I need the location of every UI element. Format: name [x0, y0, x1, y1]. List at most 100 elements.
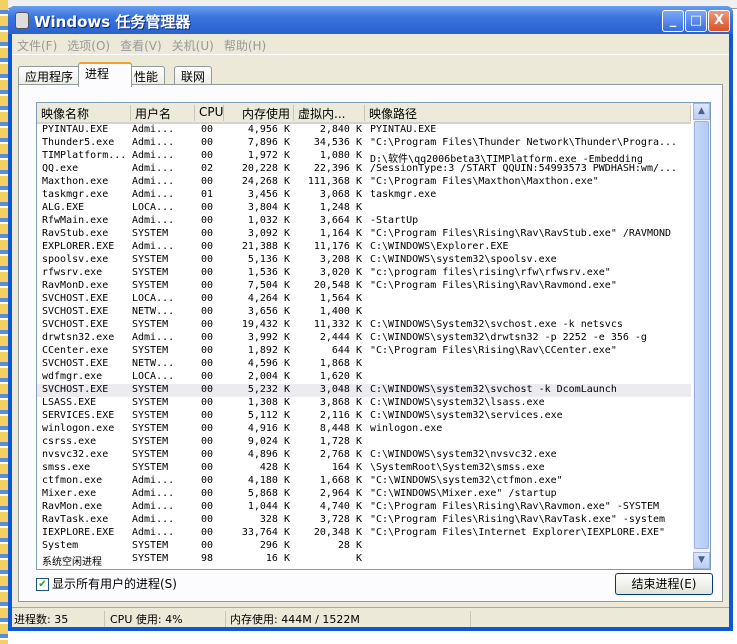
end-process-button[interactable]: 结束进程(E): [615, 573, 713, 595]
table-row[interactable]: nvsvc32.exe SYSTEM 00 4,896 K 2,768 K C:\WIND…: [37, 449, 691, 462]
cell-memory: 1,032 K: [247, 215, 290, 226]
maximize-button[interactable]: □: [685, 10, 707, 32]
cell-virtual-memory: 3,728 K: [319, 514, 362, 525]
table-row[interactable]: SVCHOST.EXE SYSTEM 00 5,232 K 3,048 K C:\WIND…: [37, 384, 691, 397]
table-row[interactable]: drwtsn32.exe Admi... 00 3,992 K 2,444 K C:\WI…: [37, 332, 691, 345]
cell-memory: 4,180 K: [247, 475, 290, 486]
cell-image-path: "C:\Program Files\Rising\Rav\CCenter.exe…: [370, 345, 617, 356]
cell-virtual-memory: 3,048 K: [319, 384, 362, 395]
tab-performance[interactable]: 性能: [127, 66, 166, 85]
table-row[interactable]: Mixer.exe Admi... 00 5,868 K 2,964 K "C:\WIND…: [37, 488, 691, 501]
cell-image-path: "C:\Program Files\Rising\Rav\RavTask.exe…: [370, 514, 666, 525]
table-row[interactable]: RavTask.exe Admi... 00 328 K 3,728 K "C:\Prog…: [37, 514, 691, 527]
header-cpu[interactable]: CPU: [195, 105, 224, 121]
cell-user: SYSTEM: [132, 254, 169, 265]
table-row[interactable]: RavMonD.exe SYSTEM 00 7,504 K 20,548 K "C:\Pr…: [37, 280, 691, 293]
close-button[interactable]: X: [708, 10, 730, 32]
cell-memory: 9,024 K: [247, 436, 290, 447]
menu-file[interactable]: 文件(F): [12, 34, 62, 54]
title-bar[interactable]: Windows 任务管理器 _ □ X: [8, 6, 733, 34]
table-row[interactable]: rfwsrv.exe SYSTEM 00 1,536 K 3,020 K "c:\prog…: [37, 267, 691, 280]
scroll-up-icon[interactable]: ▲: [693, 103, 710, 120]
tab-processes[interactable]: 进程: [78, 62, 132, 87]
cell-memory: 24,268 K: [241, 176, 290, 187]
minimize-button[interactable]: _: [662, 10, 684, 32]
menu-options[interactable]: 选项(O): [62, 34, 115, 54]
cell-virtual-memory: 1,248 K: [319, 202, 362, 213]
cell-user: SYSTEM: [132, 410, 169, 421]
cell-memory: 3,456 K: [247, 189, 290, 200]
table-row[interactable]: SERVICES.EXE SYSTEM 00 5,112 K 2,116 K C:\WIN…: [37, 410, 691, 423]
table-row[interactable]: SVCHOST.EXE NETW... 00 4,596 K 1,868 K: [37, 358, 691, 371]
cell-user: SYSTEM: [132, 423, 169, 434]
table-row[interactable]: spoolsv.exe SYSTEM 00 5,136 K 3,208 K C:\WIND…: [37, 254, 691, 267]
cell-virtual-memory: 34,536 K: [313, 137, 362, 148]
header-virtual-memory[interactable]: 虚拟内...: [294, 105, 365, 121]
cell-image-name: LSASS.EXE: [42, 397, 97, 408]
cell-image-name: SVCHOST.EXE: [42, 319, 109, 330]
tab-networking[interactable]: 联网: [174, 66, 213, 85]
table-row[interactable]: QQ.exe Admi... 02 20,228 K 22,396 K/SessionT…: [37, 163, 691, 176]
table-row[interactable]: RavStub.exe SYSTEM 00 3,092 K 1,164 K "C:\Pro…: [37, 228, 691, 241]
table-row[interactable]: SVCHOST.EXE SYSTEM 00 19,432 K 11,332 K C:\WI…: [37, 319, 691, 332]
table-row[interactable]: ALG.EXE LOCA... 00 3,804 K 1,248 K: [37, 202, 691, 215]
table-row[interactable]: RavMon.exe Admi... 00 1,044 K 4,740 K "C:\Pro…: [37, 501, 691, 514]
cell-virtual-memory: 8,448 K: [319, 423, 362, 434]
header-memory[interactable]: 内存使用: [224, 105, 294, 121]
cell-image-name: System: [42, 540, 79, 551]
cell-image-name: RavStub.exe: [42, 228, 109, 239]
menu-view[interactable]: 查看(V): [115, 34, 167, 54]
menu-shutdown[interactable]: 关机(U): [167, 34, 219, 54]
table-row[interactable]: SVCHOST.EXE NETW... 00 3,656 K 1,400 K: [37, 306, 691, 319]
table-row[interactable]: System SYSTEM 00 296 K 28 K: [37, 540, 691, 553]
vertical-scrollbar[interactable]: ▲ ▼: [693, 103, 710, 569]
table-row[interactable]: 系统空闲进程 SYSTEM 98 16 KK: [37, 553, 691, 568]
header-image-name[interactable]: 映像名称: [37, 105, 131, 121]
cell-virtual-memory: 3,208 K: [319, 254, 362, 265]
cell-virtual-memory: 3,868 K: [319, 397, 362, 408]
checkbox-check-icon[interactable]: ✔: [36, 578, 49, 591]
header-user[interactable]: 用户名: [131, 105, 195, 121]
table-row[interactable]: LSASS.EXE SYSTEM 00 1,308 K 3,868 K C:\WINDOW…: [37, 397, 691, 410]
table-row[interactable]: taskmgr.exe Admi... 01 3,456 K 3,068 Ktaskmg…: [37, 189, 691, 202]
table-row[interactable]: EXPLORER.EXE Admi... 00 21,388 K 11,176 K C:\…: [37, 241, 691, 254]
processes-panel: 映像名称 用户名 CPU 内存使用 虚拟内... 映像路径 PYINTAU.EX…: [18, 84, 723, 602]
scroll-thumb[interactable]: [694, 121, 709, 549]
table-row[interactable]: wdfmgr.exe LOCA... 00 2,004 K 1,620 K: [37, 371, 691, 384]
show-all-users-checkbox[interactable]: ✔ 显示所有用户的进程(S): [36, 575, 177, 592]
table-row[interactable]: CCenter.exe SYSTEM 00 1,892 K 644 K "C:\Progr…: [37, 345, 691, 358]
table-row[interactable]: csrss.exe SYSTEM 00 9,024 K 1,728 K: [37, 436, 691, 449]
cell-image-path: "C:\WINDOWS\Mixer.exe" /startup: [370, 488, 557, 499]
cell-image-name: Maxthon.exe: [42, 176, 109, 187]
table-row[interactable]: SVCHOST.EXE LOCA... 00 4,264 K 1,564 K: [37, 293, 691, 306]
show-all-users-label: 显示所有用户的进程(S): [52, 577, 177, 591]
cell-virtual-memory: 2,768 K: [319, 449, 362, 460]
cell-memory: 296 K: [259, 540, 290, 551]
cell-image-name: Thunder5.exe: [42, 137, 115, 148]
cell-image-path: C:\WINDOWS\System32\svchost.exe -k netsv…: [370, 319, 623, 330]
menu-help[interactable]: 帮助(H): [219, 34, 271, 54]
status-process-count: 进程数: 35: [14, 611, 105, 627]
table-row[interactable]: winlogon.exe SYSTEM 00 4,916 K 8,448 Kwinlog…: [37, 423, 691, 436]
cell-user: Admi...: [132, 501, 175, 512]
table-row[interactable]: Maxthon.exe Admi... 00 24,268 K 111,368 K "C:…: [37, 176, 691, 189]
table-row[interactable]: IEXPLORE.EXE Admi... 00 33,764 K 20,348 K "C:…: [37, 527, 691, 540]
cell-memory: 4,916 K: [247, 423, 290, 434]
scroll-down-icon[interactable]: ▼: [693, 552, 710, 569]
cell-image-name: IEXPLORE.EXE: [42, 527, 115, 538]
cell-user: SYSTEM: [132, 228, 169, 239]
cell-memory: 19,432 K: [241, 319, 290, 330]
header-image-path[interactable]: 映像路径: [365, 105, 691, 121]
table-row[interactable]: Thunder5.exe Admi... 00 7,896 K 34,536 K "C:\…: [37, 137, 691, 150]
cell-image-name: smss.exe: [42, 462, 91, 473]
cell-image-name: RfwMain.exe: [42, 215, 109, 226]
table-row[interactable]: ctfmon.exe Admi... 00 4,180 K 1,668 K "C:\WIN…: [37, 475, 691, 488]
table-row[interactable]: PYINTAU.EXE Admi... 00 4,956 K 2,840 K PYINTA…: [37, 124, 691, 137]
tab-applications[interactable]: 应用程序: [18, 66, 81, 85]
table-row[interactable]: smss.exe SYSTEM 00 428 K 164 K \SystemRoot\Sy…: [37, 462, 691, 475]
table-row[interactable]: RfwMain.exe Admi... 00 1,032 K 3,664 K -Star…: [37, 215, 691, 228]
cell-image-path: "C:\Program Files\Thunder Network\Thunde…: [370, 137, 678, 148]
table-row[interactable]: TIMPlatform... Admi... 00 1,972 K 1,080 K D:\…: [37, 150, 691, 165]
cell-image-name: SVCHOST.EXE: [42, 293, 109, 304]
cell-virtual-memory: 1,080 K: [319, 150, 362, 161]
